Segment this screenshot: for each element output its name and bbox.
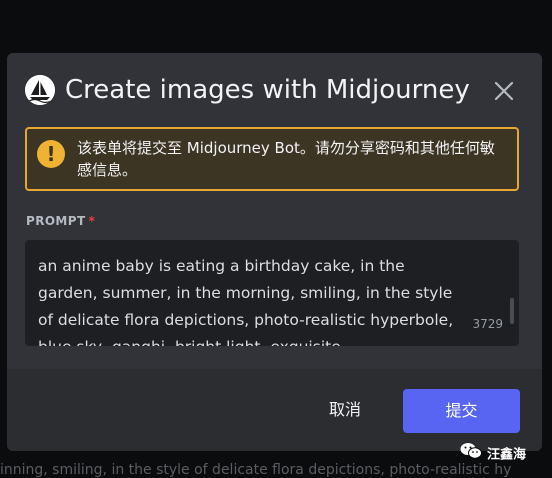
close-icon[interactable]	[492, 79, 516, 103]
modal-body: Create images with Midjourney ! 该表单将提交至 …	[7, 53, 542, 369]
submit-button[interactable]: 提交	[403, 389, 520, 433]
exclamation-icon: !	[37, 140, 65, 168]
watermark-text: 汪鑫海	[487, 447, 527, 463]
background-page-text: inning, smiling, in the style of delicat…	[0, 462, 512, 478]
create-images-modal: Create images with Midjourney ! 该表单将提交至 …	[7, 53, 542, 451]
textarea-scrollbar[interactable]	[510, 298, 514, 324]
modal-header: Create images with Midjourney	[25, 71, 524, 109]
char-counter: 3729	[472, 317, 503, 331]
prompt-label-text: PROMPT	[26, 214, 86, 228]
prompt-text-value[interactable]: an anime baby is eating a birthday cake,…	[38, 253, 458, 346]
modal-footer: 取消 提交	[7, 369, 542, 451]
modal-title: Create images with Midjourney	[65, 75, 470, 105]
prompt-label: PROMPT *	[26, 214, 95, 228]
cancel-button[interactable]: 取消	[312, 389, 378, 431]
wechat-icon	[460, 442, 482, 464]
watermark: 汪鑫海	[460, 442, 527, 464]
prompt-textarea[interactable]: an anime baby is eating a birthday cake,…	[25, 240, 519, 346]
warning-text: 该表单将提交至 Midjourney Bot。请勿分享密码和其他任何敏感信息。	[77, 139, 495, 179]
required-marker: *	[88, 214, 96, 228]
warning-notice: ! 该表单将提交至 Midjourney Bot。请勿分享密码和其他任何敏感信息…	[25, 127, 519, 191]
midjourney-logo-icon	[25, 75, 55, 105]
